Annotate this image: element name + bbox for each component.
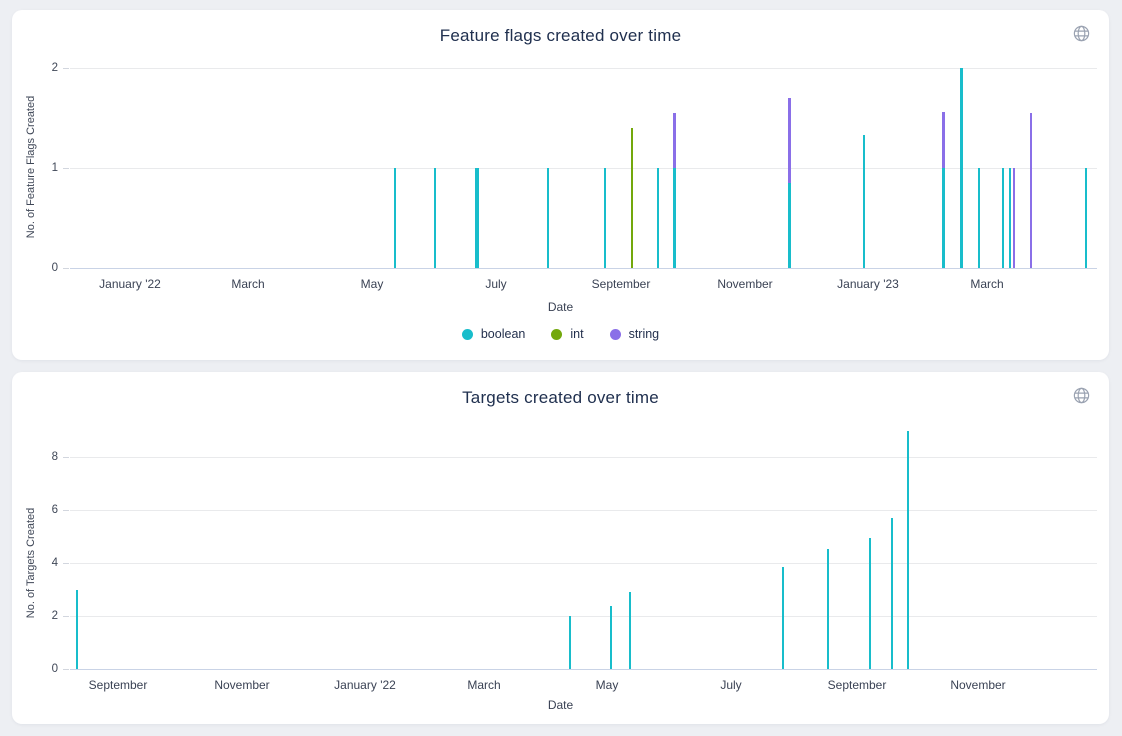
boolean-bar bbox=[978, 168, 981, 268]
targets-plot: 0 2 4 6 8 September November January '22 March Ma… bbox=[12, 372, 1109, 724]
legend-label: string bbox=[629, 327, 660, 341]
x-tick-label: September bbox=[89, 678, 148, 692]
boolean-bar bbox=[1009, 168, 1012, 268]
gridline bbox=[70, 616, 1097, 617]
boolean-bar bbox=[76, 590, 79, 669]
boolean-bar bbox=[863, 135, 866, 268]
y-tick-label: 2 bbox=[28, 62, 58, 74]
x-axis-title: Date bbox=[12, 300, 1109, 314]
y-tick-label: 0 bbox=[28, 663, 58, 675]
x-tick-label: March bbox=[970, 277, 1003, 291]
string-bar bbox=[788, 98, 791, 183]
string-bar bbox=[1013, 168, 1016, 268]
gridline bbox=[70, 563, 1097, 564]
x-tick-label: November bbox=[717, 277, 772, 291]
y-tick-label: 2 bbox=[28, 610, 58, 622]
y-tick-label: 1 bbox=[28, 162, 58, 174]
feature-flags-card: Feature flags created over time No. of F… bbox=[12, 10, 1109, 360]
boolean-bar bbox=[610, 606, 613, 669]
y-tick-label: 8 bbox=[28, 451, 58, 463]
legend-item-int[interactable]: int bbox=[551, 327, 583, 341]
y-tick-label: 6 bbox=[28, 504, 58, 516]
y-tick-mark bbox=[63, 168, 69, 169]
x-tick-label: September bbox=[592, 277, 651, 291]
int-bar bbox=[631, 128, 634, 268]
legend: boolean int string bbox=[12, 327, 1109, 341]
legend-item-string[interactable]: string bbox=[610, 327, 660, 341]
boolean-bar bbox=[475, 168, 479, 268]
y-tick-label: 0 bbox=[28, 262, 58, 274]
boolean-bar bbox=[891, 518, 894, 669]
legend-item-boolean[interactable]: boolean bbox=[462, 327, 526, 341]
boolean-bar bbox=[657, 168, 660, 268]
boolean-bar bbox=[827, 549, 830, 669]
gridline bbox=[70, 510, 1097, 511]
x-axis-title: Date bbox=[12, 698, 1109, 712]
y-tick-mark bbox=[63, 457, 69, 458]
x-tick-label: January '22 bbox=[99, 277, 161, 291]
x-tick-label: November bbox=[950, 678, 1005, 692]
string-bar bbox=[673, 113, 676, 168]
int-legend-dot bbox=[551, 329, 562, 340]
y-tick-mark bbox=[63, 268, 69, 269]
legend-label: int bbox=[570, 327, 583, 341]
gridline bbox=[70, 457, 1097, 458]
string-legend-dot bbox=[610, 329, 621, 340]
x-tick-label: January '22 bbox=[334, 678, 396, 692]
y-tick-label: 4 bbox=[28, 557, 58, 569]
x-tick-label: May bbox=[596, 678, 619, 692]
boolean-bar bbox=[907, 431, 910, 669]
gridline bbox=[70, 68, 1097, 69]
x-tick-label: March bbox=[231, 277, 264, 291]
y-tick-mark bbox=[63, 669, 69, 670]
boolean-bar bbox=[673, 168, 676, 268]
y-tick-mark bbox=[63, 68, 69, 69]
boolean-bar bbox=[782, 567, 785, 669]
zero-baseline bbox=[70, 669, 1097, 670]
boolean-bar bbox=[547, 168, 550, 268]
y-tick-mark bbox=[63, 510, 69, 511]
boolean-bar bbox=[960, 68, 963, 268]
x-tick-label: March bbox=[467, 678, 500, 692]
boolean-bar bbox=[569, 616, 572, 669]
boolean-bar bbox=[869, 538, 872, 669]
string-bar bbox=[942, 112, 945, 168]
boolean-legend-dot bbox=[462, 329, 473, 340]
x-tick-label: July bbox=[485, 277, 506, 291]
targets-card: Targets created over time No. of Targets… bbox=[12, 372, 1109, 724]
x-tick-label: May bbox=[361, 277, 384, 291]
y-tick-mark bbox=[63, 563, 69, 564]
string-bar bbox=[1030, 113, 1033, 268]
boolean-bar bbox=[788, 183, 791, 268]
zero-baseline bbox=[70, 268, 1097, 269]
boolean-bar bbox=[394, 168, 397, 268]
boolean-bar bbox=[604, 168, 607, 268]
x-tick-label: September bbox=[828, 678, 887, 692]
y-tick-mark bbox=[63, 616, 69, 617]
boolean-bar bbox=[1002, 168, 1005, 268]
boolean-bar bbox=[629, 592, 632, 669]
boolean-bar bbox=[942, 168, 945, 268]
boolean-bar bbox=[434, 168, 437, 268]
legend-label: boolean bbox=[481, 327, 526, 341]
x-tick-label: January '23 bbox=[837, 277, 899, 291]
boolean-bar bbox=[1085, 168, 1088, 268]
x-tick-label: November bbox=[214, 678, 269, 692]
x-tick-label: July bbox=[720, 678, 741, 692]
